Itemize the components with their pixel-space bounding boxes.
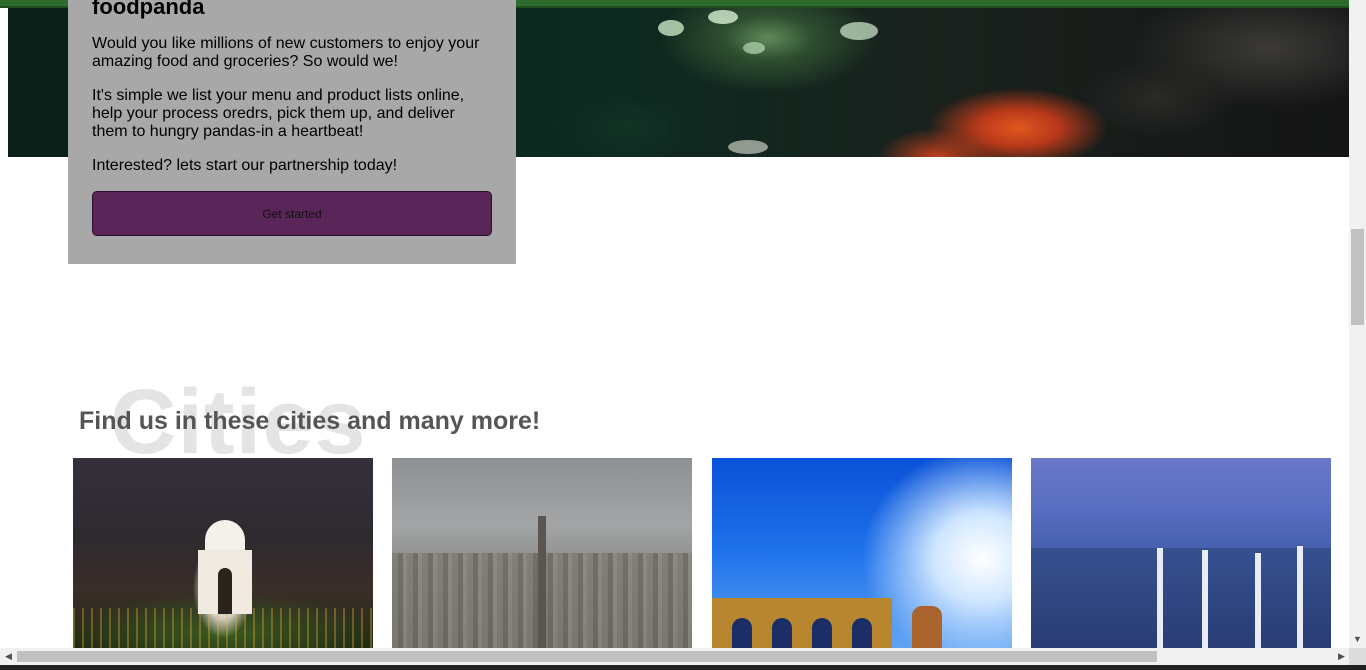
bridge-arch	[852, 618, 872, 648]
city-image-card[interactable]	[712, 458, 1012, 648]
bokeh-highlight	[658, 20, 684, 36]
scroll-left-arrow-icon[interactable]: ◀	[0, 648, 17, 665]
clock-tower	[912, 606, 942, 648]
tower-minaret	[538, 516, 546, 648]
mosque-minaret	[1297, 546, 1303, 648]
vertical-scrollbar[interactable]: ▼	[1349, 0, 1366, 648]
city-image-card[interactable]	[73, 458, 373, 648]
bokeh-highlight	[743, 42, 765, 54]
mosque-minaret	[1255, 553, 1261, 648]
horizontal-scrollbar[interactable]: ◀ ▶	[0, 648, 1350, 665]
mausoleum-dome	[205, 520, 245, 554]
promo-paragraph-customers: Would you like millions of new customers…	[92, 35, 480, 70]
get-started-button[interactable]: Get started	[92, 191, 492, 236]
arched-bridge	[712, 598, 892, 648]
horizontal-scroll-thumb[interactable]	[17, 651, 1157, 662]
city-image-card[interactable]	[1031, 458, 1331, 648]
mausoleum-arch	[218, 568, 232, 614]
scroll-right-arrow-icon[interactable]: ▶	[1333, 648, 1350, 665]
bokeh-highlight	[728, 140, 768, 154]
bridge-arch	[732, 618, 752, 648]
city-image-card[interactable]	[392, 458, 692, 648]
mosque-minaret	[1202, 550, 1208, 648]
promo-paragraph-interested: Interested? lets start our partnership t…	[92, 157, 398, 174]
bokeh-highlight	[840, 22, 878, 40]
partner-promo-card: foodpanda Would you like millions of new…	[68, 0, 516, 264]
promo-title: foodpanda	[92, 0, 205, 19]
vertical-scroll-thumb[interactable]	[1351, 229, 1364, 325]
promo-paragraph-process: It's simple we list your menu and produc…	[92, 87, 465, 140]
bridge-arch	[812, 618, 832, 648]
mosque-minaret	[1157, 548, 1163, 648]
bokeh-highlight	[708, 10, 738, 24]
scroll-down-arrow-icon[interactable]: ▼	[1349, 631, 1366, 648]
page-bottom-strip	[0, 665, 1366, 670]
cities-section-heading: Find us in these cities and many more!	[79, 407, 541, 435]
bridge-arch	[772, 618, 792, 648]
city-lights	[73, 608, 373, 648]
scrollbar-corner	[1349, 648, 1366, 665]
city-ground	[1031, 548, 1331, 648]
